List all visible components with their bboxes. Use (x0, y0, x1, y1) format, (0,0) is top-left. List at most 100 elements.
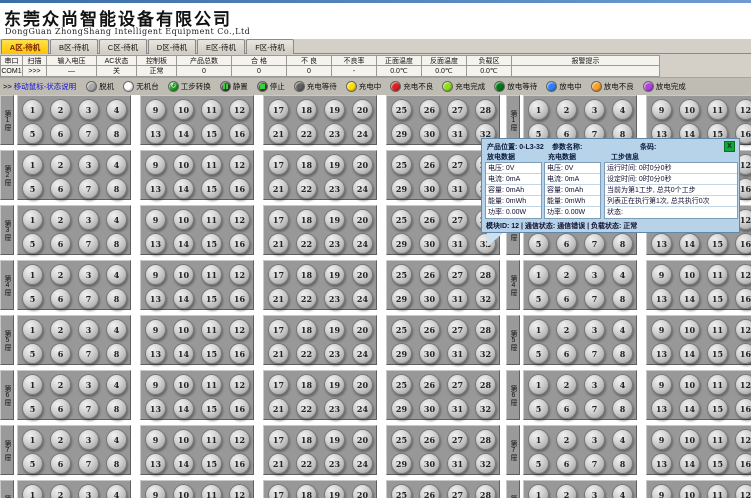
battery-cell[interactable]: 7 (584, 233, 605, 254)
battery-cell[interactable]: 1 (528, 319, 549, 340)
battery-cell[interactable]: 13 (145, 288, 166, 309)
battery-cell[interactable]: 20 (352, 374, 373, 395)
battery-cell[interactable]: 8 (106, 288, 127, 309)
battery-cell[interactable]: 30 (419, 288, 440, 309)
battery-cell[interactable]: 13 (145, 343, 166, 364)
battery-cell[interactable]: 6 (556, 453, 577, 474)
battery-cell[interactable]: 25 (391, 429, 412, 450)
battery-cell[interactable]: 8 (106, 398, 127, 419)
battery-cell[interactable]: 5 (22, 233, 43, 254)
battery-cell[interactable]: 9 (145, 209, 166, 230)
battery-cell[interactable]: 12 (229, 429, 250, 450)
battery-cell[interactable]: 4 (612, 264, 633, 285)
battery-cell[interactable]: 17 (268, 429, 289, 450)
battery-cell[interactable]: 12 (735, 264, 751, 285)
battery-cell[interactable]: 25 (391, 154, 412, 175)
battery-cell[interactable]: 15 (707, 398, 728, 419)
tab-e-zone[interactable]: E区-待机 (197, 39, 245, 54)
battery-cell[interactable]: 16 (735, 343, 751, 364)
battery-cell[interactable]: 6 (50, 288, 71, 309)
battery-cell[interactable]: 14 (679, 288, 700, 309)
battery-cell[interactable]: 2 (50, 429, 71, 450)
battery-cell[interactable]: 9 (651, 429, 672, 450)
battery-cell[interactable]: 15 (201, 343, 222, 364)
battery-cell[interactable]: 20 (352, 484, 373, 498)
battery-cell[interactable]: 10 (679, 374, 700, 395)
battery-cell[interactable]: 30 (419, 453, 440, 474)
battery-cell[interactable]: 2 (556, 429, 577, 450)
battery-cell[interactable]: 13 (145, 453, 166, 474)
battery-cell[interactable]: 9 (145, 99, 166, 120)
battery-cell[interactable]: 2 (50, 99, 71, 120)
battery-cell[interactable]: 3 (584, 264, 605, 285)
battery-cell[interactable]: 26 (419, 99, 440, 120)
battery-cell[interactable]: 14 (679, 233, 700, 254)
battery-cell[interactable]: 11 (707, 99, 728, 120)
battery-cell[interactable]: 21 (268, 123, 289, 144)
battery-cell[interactable]: 23 (324, 178, 345, 199)
battery-cell[interactable]: 2 (50, 484, 71, 498)
battery-cell[interactable]: 8 (106, 123, 127, 144)
battery-cell[interactable]: 2 (50, 209, 71, 230)
battery-cell[interactable]: 29 (391, 398, 412, 419)
battery-cell[interactable]: 1 (528, 99, 549, 120)
battery-cell[interactable]: 3 (78, 154, 99, 175)
battery-cell[interactable]: 1 (528, 429, 549, 450)
battery-cell[interactable]: 12 (735, 374, 751, 395)
battery-cell[interactable]: 19 (324, 209, 345, 230)
tab-f-zone[interactable]: F区-待机 (246, 39, 294, 54)
battery-cell[interactable]: 19 (324, 429, 345, 450)
battery-cell[interactable]: 2 (556, 99, 577, 120)
battery-cell[interactable]: 17 (268, 264, 289, 285)
battery-cell[interactable]: 14 (173, 123, 194, 144)
battery-cell[interactable]: 31 (447, 233, 468, 254)
battery-cell[interactable]: 19 (324, 374, 345, 395)
battery-cell[interactable]: 17 (268, 154, 289, 175)
battery-cell[interactable]: 12 (229, 99, 250, 120)
battery-cell[interactable]: 2 (50, 374, 71, 395)
battery-cell[interactable]: 2 (50, 264, 71, 285)
battery-cell[interactable]: 3 (78, 209, 99, 230)
battery-cell[interactable]: 25 (391, 264, 412, 285)
battery-cell[interactable]: 15 (201, 178, 222, 199)
battery-cell[interactable]: 21 (268, 178, 289, 199)
battery-cell[interactable]: 11 (707, 374, 728, 395)
battery-cell[interactable]: 32 (475, 398, 496, 419)
battery-cell[interactable]: 12 (735, 319, 751, 340)
battery-cell[interactable]: 11 (201, 374, 222, 395)
battery-cell[interactable]: 24 (352, 123, 373, 144)
battery-cell[interactable]: 13 (651, 233, 672, 254)
battery-cell[interactable]: 8 (612, 343, 633, 364)
battery-cell[interactable]: 23 (324, 123, 345, 144)
battery-cell[interactable]: 5 (22, 343, 43, 364)
battery-cell[interactable]: 7 (78, 123, 99, 144)
battery-cell[interactable]: 3 (78, 374, 99, 395)
battery-cell[interactable]: 16 (735, 453, 751, 474)
battery-cell[interactable]: 9 (145, 429, 166, 450)
battery-cell[interactable]: 4 (612, 319, 633, 340)
battery-cell[interactable]: 1 (528, 484, 549, 498)
battery-cell[interactable]: 7 (584, 288, 605, 309)
battery-cell[interactable]: 27 (447, 264, 468, 285)
battery-cell[interactable]: 16 (735, 288, 751, 309)
battery-cell[interactable]: 10 (173, 264, 194, 285)
battery-cell[interactable]: 26 (419, 209, 440, 230)
battery-cell[interactable]: 28 (475, 99, 496, 120)
battery-cell[interactable]: 14 (173, 453, 194, 474)
battery-cell[interactable]: 6 (50, 178, 71, 199)
battery-cell[interactable]: 11 (201, 154, 222, 175)
battery-cell[interactable]: 16 (229, 233, 250, 254)
battery-cell[interactable]: 22 (296, 288, 317, 309)
battery-cell[interactable]: 9 (651, 319, 672, 340)
battery-cell[interactable]: 31 (447, 453, 468, 474)
battery-cell[interactable]: 6 (556, 398, 577, 419)
battery-cell[interactable]: 11 (201, 429, 222, 450)
battery-cell[interactable]: 7 (78, 453, 99, 474)
battery-cell[interactable]: 16 (229, 343, 250, 364)
battery-cell[interactable]: 4 (106, 429, 127, 450)
battery-cell[interactable]: 20 (352, 209, 373, 230)
battery-cell[interactable]: 11 (201, 209, 222, 230)
battery-cell[interactable]: 25 (391, 484, 412, 498)
battery-cell[interactable]: 3 (78, 429, 99, 450)
battery-cell[interactable]: 11 (201, 484, 222, 498)
